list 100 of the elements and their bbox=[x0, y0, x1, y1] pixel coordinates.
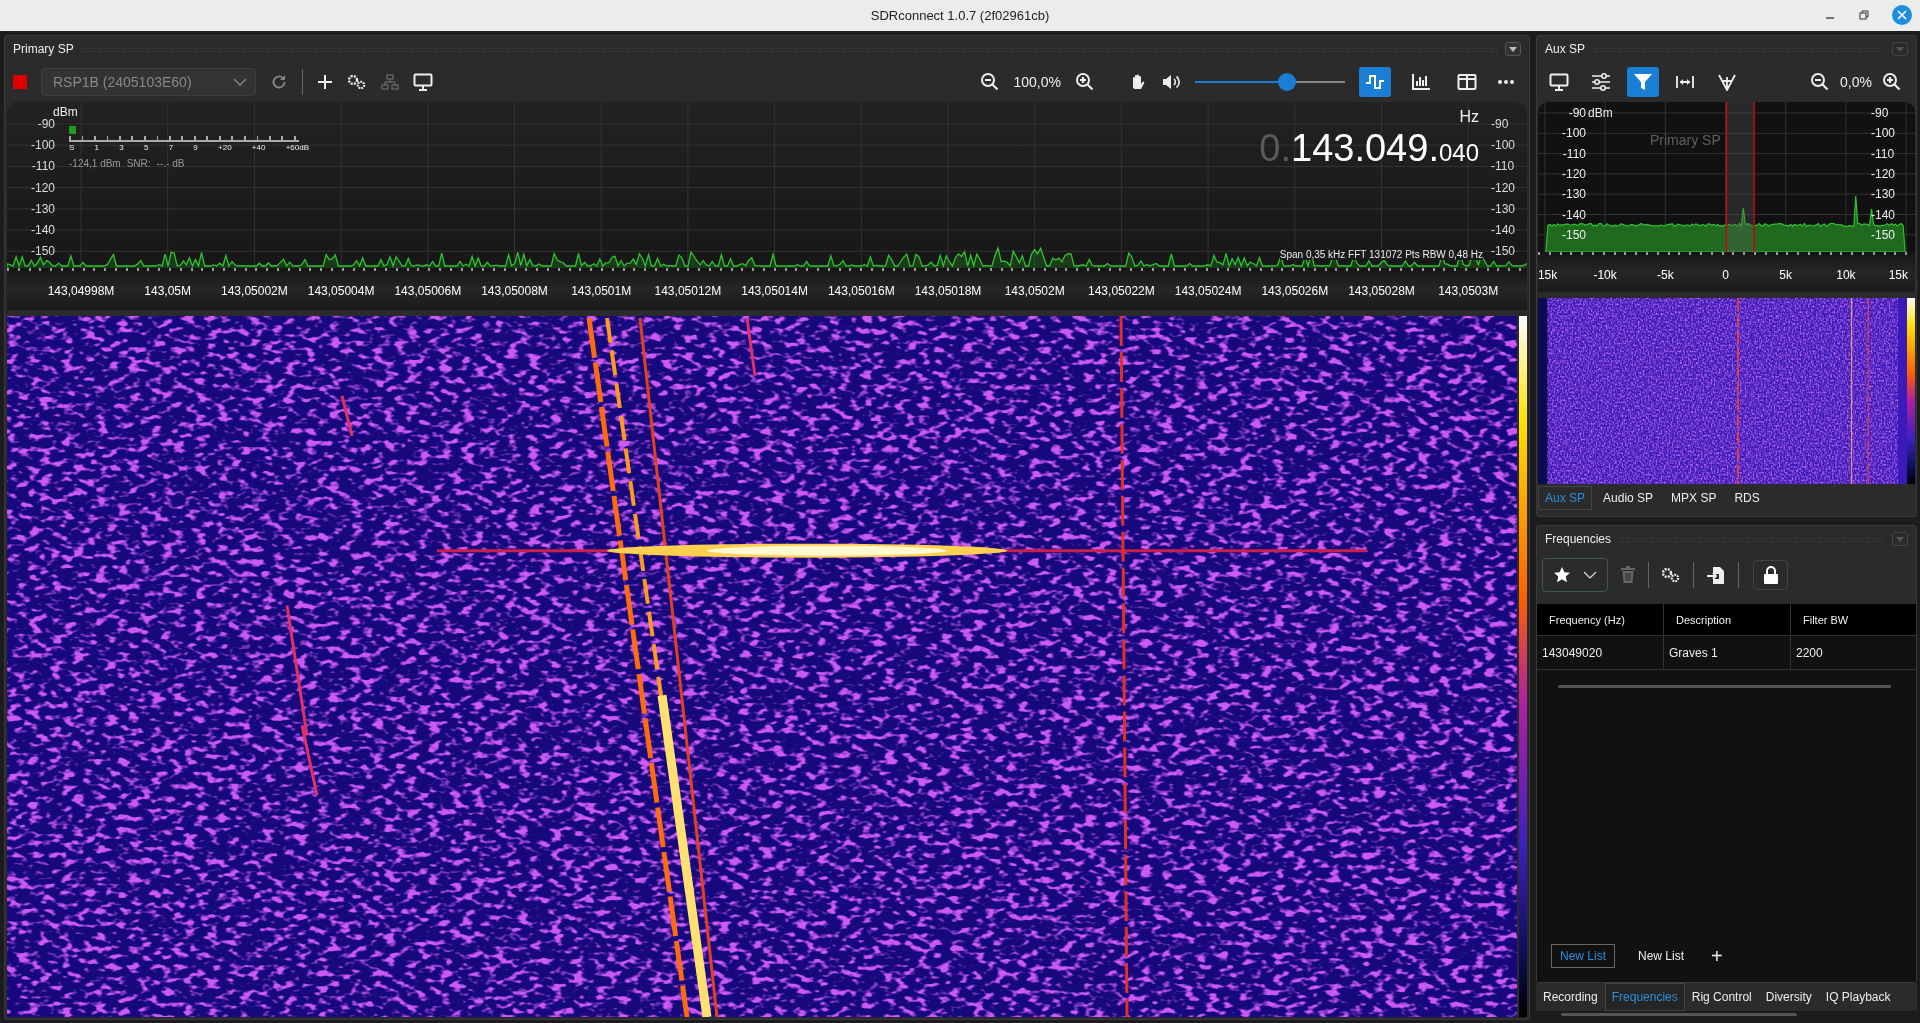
zoom-in-icon[interactable] bbox=[1075, 72, 1095, 92]
span-arrows-icon bbox=[1675, 73, 1695, 91]
axis-label: 10k bbox=[1836, 268, 1856, 282]
signal-reading: -124,1 dBm bbox=[69, 158, 121, 169]
axis-label: 15k bbox=[1537, 268, 1558, 282]
sliders-icon bbox=[1591, 73, 1611, 91]
filter-button[interactable] bbox=[1627, 67, 1659, 97]
source-label: Primary SP bbox=[1650, 132, 1721, 148]
antenna-icon bbox=[1717, 73, 1737, 91]
axis-tick-label: -120 bbox=[1561, 166, 1586, 181]
panel-tab[interactable]: Recording bbox=[1536, 983, 1605, 1011]
axis-label: 143,05M bbox=[144, 284, 192, 298]
meter-scale-label: 7 bbox=[168, 143, 174, 152]
waveform-view-button[interactable] bbox=[1359, 67, 1391, 97]
column-header[interactable]: Description bbox=[1664, 604, 1791, 635]
list-tab[interactable]: New List bbox=[1551, 944, 1615, 968]
meter-scale-label: +60dB bbox=[285, 143, 309, 152]
axis-tick-label: -110 bbox=[1871, 146, 1895, 161]
meter-scale-label: S bbox=[69, 143, 75, 152]
axis-label: 143,05024M bbox=[1174, 284, 1242, 298]
axis-label: 15k bbox=[1888, 268, 1909, 282]
axis-label: 143,05014M bbox=[741, 284, 808, 298]
slider-thumb[interactable] bbox=[1277, 73, 1296, 91]
monitor-icon bbox=[1549, 73, 1569, 91]
table-cell: Graves 1 bbox=[1664, 636, 1791, 669]
filter-icon bbox=[1633, 73, 1653, 91]
axis-tick-label: -140 bbox=[30, 223, 55, 237]
scrollbar[interactable] bbox=[1558, 685, 1891, 688]
panel-title: Primary SP bbox=[13, 42, 74, 56]
panel-tab[interactable]: Frequencies bbox=[1604, 983, 1685, 1011]
square-wave-icon bbox=[1365, 73, 1385, 91]
settings-icon[interactable] bbox=[347, 74, 367, 90]
close-icon[interactable] bbox=[1892, 5, 1912, 25]
column-header[interactable]: Filter BW bbox=[1791, 604, 1916, 635]
panel-menu-button[interactable] bbox=[1505, 42, 1521, 56]
axis-label: 143,0502M bbox=[1004, 284, 1065, 298]
axis-label: 143,04998M bbox=[47, 284, 115, 298]
view-tab[interactable]: MPX SP bbox=[1664, 486, 1724, 510]
snr-label: SNR: bbox=[126, 158, 151, 169]
unit-label: dBm bbox=[1588, 106, 1613, 120]
zoom-out-icon[interactable] bbox=[1810, 72, 1831, 92]
axis-tick-label: -130 bbox=[30, 201, 55, 216]
meter-scale-label: +40 bbox=[251, 143, 266, 152]
refresh-icon[interactable] bbox=[270, 73, 288, 91]
axis-tick-label: -130 bbox=[1491, 201, 1516, 216]
add-list-button[interactable]: + bbox=[1707, 944, 1727, 968]
axis-tick-label: -120 bbox=[30, 180, 55, 195]
axis-label: 143,05006M bbox=[394, 284, 462, 298]
panel-tab[interactable]: Diversity bbox=[1758, 983, 1819, 1011]
fft-info: Span 0,35 kHz FFT 131072 Pts RBW 0,48 Hz bbox=[1279, 249, 1483, 260]
axis-tick-label: -130 bbox=[1871, 187, 1896, 202]
zoom-level: 100,0% bbox=[1013, 74, 1061, 90]
axis-label: 143,05004M bbox=[307, 284, 375, 298]
axis-tick-label: -90 bbox=[37, 117, 55, 131]
speaker-icon[interactable] bbox=[1161, 73, 1181, 91]
snr-reading: --.- dB bbox=[156, 158, 185, 169]
meter-scale-label: +20 bbox=[218, 143, 232, 152]
axis-label: 143,0503M bbox=[1438, 284, 1499, 298]
favorite-dropdown[interactable] bbox=[1542, 558, 1608, 592]
caret-icon bbox=[1896, 46, 1904, 52]
scrollbar[interactable] bbox=[1561, 1013, 1797, 1016]
bar-chart-icon bbox=[1411, 73, 1431, 91]
trash-icon[interactable] bbox=[1620, 566, 1636, 584]
window-title: SDRconnect 1.0.7 (2f02961cb) bbox=[870, 8, 1050, 23]
axis-tick-label: -100 bbox=[1871, 126, 1896, 141]
device-dropdown[interactable]: RSP1B (2405103E60) bbox=[41, 68, 256, 96]
panel-tab[interactable]: Rig Control bbox=[1684, 983, 1759, 1011]
caret-icon bbox=[1896, 536, 1904, 542]
monitor-icon[interactable] bbox=[413, 73, 433, 91]
more-icon[interactable] bbox=[1497, 79, 1515, 85]
import-icon[interactable] bbox=[1706, 565, 1726, 585]
axis-tick-label: -120 bbox=[1871, 166, 1896, 181]
axis-tick-label: -120 bbox=[1491, 180, 1516, 195]
axis-label: 143,05028M bbox=[1348, 284, 1415, 298]
lock-button[interactable] bbox=[1753, 560, 1788, 590]
view-tab[interactable]: Audio SP bbox=[1596, 486, 1661, 510]
panel-tab[interactable]: IQ Playback bbox=[1818, 983, 1898, 1011]
axis-tick-label: -150 bbox=[30, 244, 55, 259]
restore-icon[interactable] bbox=[1858, 9, 1870, 21]
view-tab[interactable]: RDS bbox=[1727, 486, 1767, 510]
column-header[interactable]: Frequency (Hz) bbox=[1537, 604, 1664, 635]
axis-tick-label: -90 bbox=[1491, 117, 1509, 131]
frequency-display[interactable]: 0.143.049.040 bbox=[1259, 126, 1479, 175]
meter-scale-label: 3 bbox=[119, 143, 124, 152]
zoom-in-icon[interactable] bbox=[1882, 72, 1902, 92]
axis-tick-label: -150 bbox=[1491, 244, 1516, 259]
axis-tick-label: -110 bbox=[31, 159, 55, 174]
zoom-out-icon[interactable] bbox=[979, 72, 1000, 92]
list-tab[interactable]: New List bbox=[1629, 944, 1694, 968]
meter-scale-label: 5 bbox=[143, 143, 149, 152]
meter-scale-label: 9 bbox=[193, 143, 198, 152]
axis-label: 5k bbox=[1779, 268, 1793, 282]
view-tab[interactable]: Aux SP bbox=[1538, 486, 1593, 510]
axis-tick-label: -100 bbox=[1561, 126, 1586, 141]
axis-tick-label: -100 bbox=[1491, 138, 1516, 153]
settings-icon[interactable] bbox=[1661, 567, 1681, 583]
add-icon[interactable] bbox=[317, 74, 333, 90]
axis-tick-label: -150 bbox=[1561, 227, 1586, 242]
chevron-icon bbox=[233, 78, 247, 86]
axis-tick-label: -150 bbox=[1871, 227, 1896, 242]
